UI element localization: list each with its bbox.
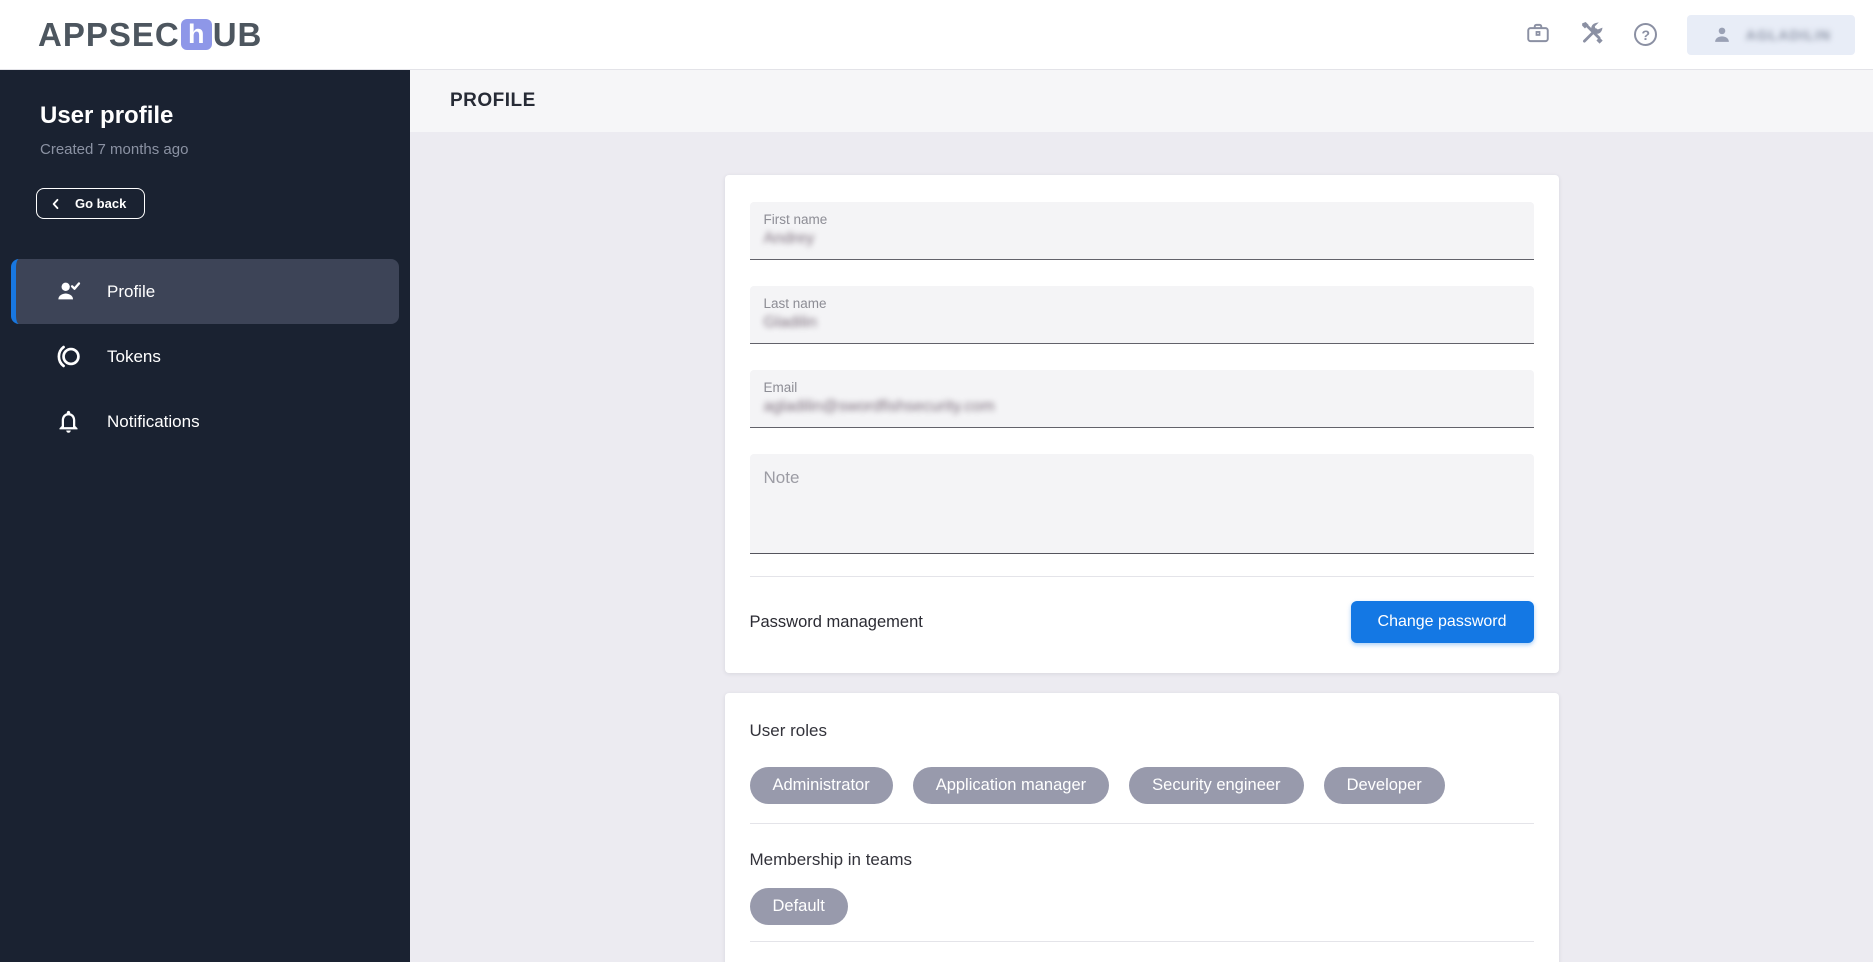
teams-divider	[749, 941, 1534, 942]
sidebar-item-label: Profile	[107, 281, 156, 301]
tokens-icon	[55, 343, 82, 370]
team-chip: Default	[749, 888, 848, 925]
page-title: PROFILE	[450, 90, 536, 111]
card-divider	[749, 576, 1534, 577]
tools-button[interactable]	[1571, 14, 1613, 56]
go-back-button[interactable]: Go back	[36, 188, 146, 219]
first-name-label: First name	[763, 212, 828, 227]
go-back-label: Go back	[75, 196, 127, 211]
last-name-label: Last name	[763, 296, 827, 311]
last-name-input[interactable]	[763, 314, 1520, 332]
password-management-label: Password management	[749, 612, 923, 631]
sidebar-subtitle: Created 7 months ago	[40, 141, 189, 158]
app-window: APPSEC h UB ? AGLADILIN User profile Cre…	[0, 0, 1873, 962]
membership-teams-title: Membership in teams	[749, 850, 913, 869]
change-password-button[interactable]: Change password	[1350, 601, 1534, 643]
logo-h-icon: h	[180, 19, 212, 50]
sidebar-item-notifications[interactable]: Notifications	[0, 389, 410, 454]
user-roles-chips: Administrator Application manager Securi…	[749, 767, 1534, 804]
chevron-left-icon	[49, 197, 63, 211]
top-header: APPSEC h UB ? AGLADILIN	[0, 0, 1873, 70]
password-row: Password management Change password	[750, 601, 1534, 643]
sidebar: User profile Created 7 months ago Go bac…	[0, 70, 410, 962]
briefcase-button[interactable]	[1517, 14, 1559, 56]
note-textarea[interactable]	[749, 454, 1534, 554]
profile-card: First name Last name Email Passw	[724, 175, 1559, 673]
first-name-field[interactable]: First name	[749, 202, 1534, 260]
email-label: Email	[763, 380, 798, 395]
sidebar-item-profile[interactable]: Profile	[11, 259, 399, 324]
user-menu-button[interactable]: AGLADILIN	[1686, 14, 1855, 55]
logo-text-post: UB	[212, 15, 263, 53]
person-check-icon	[55, 278, 82, 305]
email-field[interactable]: Email	[749, 370, 1534, 428]
main-area: PROFILE First name Last name Email	[410, 70, 1873, 962]
help-glyph: ?	[1641, 26, 1651, 43]
user-roles-title: User roles	[749, 721, 827, 740]
sidebar-title: User profile	[40, 102, 174, 129]
header-actions: ? AGLADILIN	[1517, 14, 1855, 56]
person-icon	[1711, 24, 1733, 46]
role-chip: Administrator	[749, 767, 893, 804]
roles-divider	[749, 823, 1534, 824]
sidebar-item-label: Tokens	[107, 346, 161, 366]
logo-text-pre: APPSEC	[38, 15, 180, 53]
last-name-field[interactable]: Last name	[749, 286, 1534, 344]
first-name-input[interactable]	[763, 230, 1520, 248]
content-area: First name Last name Email Passw	[410, 132, 1873, 962]
username-label: AGLADILIN	[1745, 26, 1831, 43]
sidebar-item-tokens[interactable]: Tokens	[0, 324, 410, 389]
role-chip: Security engineer	[1129, 767, 1304, 804]
tools-icon	[1579, 20, 1605, 49]
roles-card: User roles Administrator Application man…	[724, 693, 1559, 962]
page-title-bar: PROFILE	[410, 70, 1873, 132]
email-input[interactable]	[763, 398, 1520, 416]
app-logo[interactable]: APPSEC h UB	[38, 16, 262, 54]
teams-chips: Default	[749, 888, 1534, 925]
help-icon: ?	[1634, 23, 1658, 46]
sidebar-item-label: Notifications	[107, 411, 200, 431]
sidebar-nav: Profile Tokens Notifications	[0, 259, 410, 454]
help-button[interactable]: ?	[1625, 14, 1667, 56]
role-chip: Application manager	[912, 767, 1110, 804]
role-chip: Developer	[1323, 767, 1445, 804]
briefcase-icon	[1525, 20, 1551, 49]
bell-icon	[55, 408, 82, 435]
